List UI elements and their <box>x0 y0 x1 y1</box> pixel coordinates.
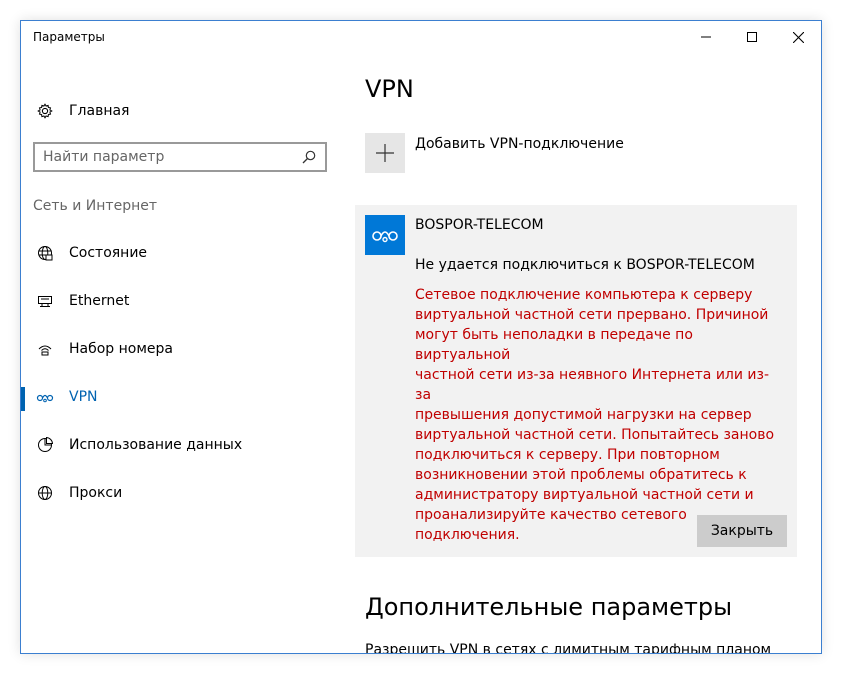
close-window-button[interactable] <box>775 21 821 53</box>
search-box[interactable] <box>33 142 327 172</box>
error-line: могут быть неполадки в передаче по вирту… <box>415 327 693 363</box>
minimize-button[interactable] <box>683 21 729 53</box>
section-label: Сеть и Интернет <box>33 198 157 214</box>
nav-home[interactable]: Главная <box>21 99 341 123</box>
sidebar: Главная Сеть и Интернет <box>21 53 341 653</box>
advanced-options-title: Дополнительные параметры <box>365 593 733 621</box>
error-line: превышения допустимой нагрузки на сервер <box>415 407 752 423</box>
sidebar-item-label: VPN <box>69 389 98 405</box>
maximize-button[interactable] <box>729 21 775 53</box>
vpn-icon <box>365 215 405 255</box>
vpn-connection-name: BOSPOR-TELECOM <box>415 217 544 233</box>
page-title: VPN <box>365 75 414 103</box>
minimize-icon <box>701 36 711 38</box>
settings-window: Параметры Главная Найти параметр Сеть и … <box>20 20 822 654</box>
vpn-icon <box>21 391 69 403</box>
search-input[interactable] <box>43 149 297 165</box>
window-title: Параметры <box>33 30 105 44</box>
nav-home-label: Главная <box>69 103 130 119</box>
error-line: частной сети из-за неявного Интернета ил… <box>415 367 770 403</box>
data-usage-icon <box>21 437 69 453</box>
sidebar-item-proxy[interactable]: Прокси <box>21 473 341 513</box>
close-error-button[interactable]: Закрыть <box>697 515 787 547</box>
sidebar-item-label: Использование данных <box>69 437 243 453</box>
title-bar[interactable]: Параметры <box>21 21 821 53</box>
error-line: подключиться к серверу. При повторном <box>415 447 720 463</box>
error-line: возникновении этой проблемы обратитесь к <box>415 467 747 483</box>
search-icon[interactable] <box>297 150 321 164</box>
sidebar-item-label: Состояние <box>69 245 148 261</box>
vpn-error-message: Сетевое подключение компьютера к серверу… <box>415 285 785 545</box>
close-icon <box>792 31 804 43</box>
error-line: администратору виртуальной частной сети … <box>415 487 754 503</box>
sidebar-item-dialup[interactable]: Набор номера <box>21 329 341 369</box>
gear-icon <box>21 103 69 119</box>
sidebar-item-label: Прокси <box>69 485 123 501</box>
maximize-icon <box>747 32 757 42</box>
error-line: виртуальной частной сети прервано. Причи… <box>415 307 769 323</box>
sidebar-item-vpn[interactable]: VPN <box>21 377 341 417</box>
sidebar-item-label: Набор номера <box>69 341 174 357</box>
ethernet-icon <box>21 293 69 309</box>
main-content: VPN Добавить VPN-подключение BOSPOR-TELE… <box>355 53 821 654</box>
globe-icon <box>21 485 69 501</box>
sidebar-item-ethernet[interactable]: Ethernet <box>21 281 341 321</box>
vpn-connection-item[interactable]: BOSPOR-TELECOM Не удается подключиться к… <box>355 205 797 557</box>
plus-icon <box>365 133 405 173</box>
sidebar-item-data-usage[interactable]: Использование данных <box>21 425 341 465</box>
add-vpn-label: Добавить VPN-подключение <box>415 136 624 152</box>
error-line: виртуальной частной сети. Попытайтесь за… <box>415 427 775 443</box>
active-indicator <box>21 387 25 411</box>
sidebar-item-label: Ethernet <box>69 293 130 309</box>
add-vpn-button[interactable]: Добавить VPN-подключение <box>365 133 624 173</box>
sidebar-item-status[interactable]: Состояние <box>21 233 341 273</box>
vpn-connection-status: Не удается подключиться к BOSPOR-TELECOM <box>415 257 755 273</box>
globe-network-icon <box>21 245 69 261</box>
metered-network-label: Разрешить VPN в сетях с лимитным тарифны… <box>365 642 772 654</box>
error-line: Сетевое подключение компьютера к серверу <box>415 287 753 303</box>
dialup-icon <box>21 341 69 357</box>
